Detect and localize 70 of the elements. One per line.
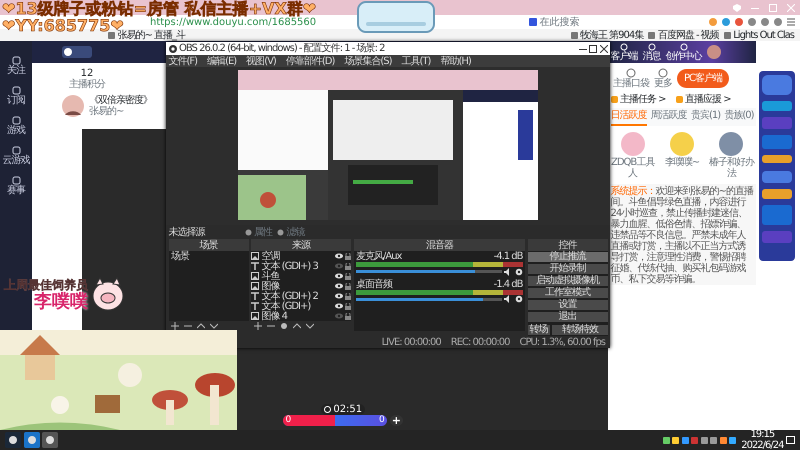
control-button[interactable]: 设置 [528, 300, 608, 310]
sidebar-item[interactable]: 云游戏 [2, 146, 30, 166]
sidebar-item[interactable]: 关注 [7, 56, 25, 76]
sidebar-item[interactable]: 游戏 [7, 116, 25, 136]
status-text: CPU: 1.3%, 60.00 fps [519, 336, 605, 348]
scene-item[interactable]: 场景 [171, 251, 246, 262]
menu-item[interactable]: 帮助(H) [440, 56, 471, 66]
channel-reading: -1.4 dB [494, 278, 522, 290]
source-item[interactable]: 文本 (GDI+) 3 [251, 261, 351, 271]
transition-button[interactable]: 转场 [528, 325, 550, 335]
source-item[interactable]: 文本 (GDI+) 2 [251, 291, 351, 301]
fan-name: ZDQB工具人 [610, 156, 656, 178]
source-item[interactable]: 文本 (GDI+) [251, 301, 351, 311]
clock-date: 2022/6/24 [741, 440, 784, 450]
stat-label: 主播积分 [69, 79, 105, 90]
control-button[interactable]: 退出 [528, 312, 608, 322]
panel-header: 混音器 [354, 239, 525, 251]
header-link[interactable]: 消息 [642, 42, 660, 62]
quick-link[interactable]: 主播口袋 [613, 68, 649, 89]
stat-value: 12 [80, 68, 94, 79]
header-link[interactable]: 创作中心 [666, 42, 702, 62]
source-item[interactable]: 图像 4 [251, 311, 351, 321]
pk-fill: 0 [283, 415, 336, 426]
search-field[interactable]: 在此搜索 [529, 16, 709, 28]
fan-name: 李噗噗~ [664, 156, 700, 168]
sidebar-item[interactable]: 订阅 [7, 86, 25, 106]
control-button[interactable]: 停止推流 [528, 252, 608, 262]
tab[interactable]: 贵族(0) [724, 108, 754, 126]
status-text: REC: 00:00:00 [450, 336, 510, 348]
menu-item[interactable]: 编辑(E) [207, 56, 236, 66]
quick-link[interactable]: 更多 [654, 68, 672, 89]
menu-item[interactable]: 工具(T) [402, 56, 430, 66]
address-field[interactable]: https://www.douyu.com/1685560 [150, 16, 316, 28]
channel-name: 桌面音频 [356, 278, 392, 290]
transition-button[interactable]: 转场特效 [552, 325, 608, 335]
no-source-label: 未选择源 [168, 226, 204, 238]
source-item[interactable]: 图像 [251, 281, 351, 291]
channel-reading: -4.1 dB [494, 251, 522, 262]
bookmark-link[interactable]: 百度网盘 - 视频 [648, 30, 719, 40]
panel-header: 来源 [251, 239, 351, 251]
task-link[interactable]: 直播应援 > [676, 94, 731, 105]
pk-count: 0 [379, 415, 386, 426]
sidebar-item[interactable]: 赛事 [7, 176, 25, 196]
menu-item[interactable]: 停靠部件(D) [286, 56, 334, 66]
tab[interactable]: 周活跃度 [650, 108, 687, 126]
system-notice: 系统提示：欢迎来到张易的~的直播间。斗鱼倡导绿色直播，内容进行24小时巡查，禁止传播封建迷信、暴力血腥、低俗色情、招嫖诈骗、违禁品等不良信息。严禁未成年人直播或打赏，主播以不正当方式诱导打赏，注意理性消费，警惕招聘征婚、代练代抽、购买礼包码游戏币、私下交易等诈骗。 [608, 184, 756, 285]
room-title: 《双倍亲密度》 [89, 95, 152, 106]
header-link[interactable]: 客户端 [610, 42, 638, 62]
menu-item[interactable]: 视图(V) [246, 56, 276, 66]
menu-item[interactable]: 场景集合(S) [344, 56, 392, 66]
tab[interactable]: 贵宾(1) [690, 108, 720, 126]
bookmark-link[interactable]: Lights Out Clas [724, 30, 794, 40]
streamer-name: 张易的~ [89, 106, 124, 117]
control-button[interactable]: 工作室模式 [528, 288, 608, 298]
overlay-text: ❤13级牌子或粉钻=房管 私信主播+VX群❤ [2, 0, 316, 17]
status-text: LIVE: 00:00:00 [382, 336, 441, 348]
fan-name: 椿子和好办法 [708, 156, 754, 178]
panel-header: 控件 [528, 239, 608, 251]
channel-name: 麦克风/Aux [356, 251, 402, 262]
clock-time: 19:15 [750, 429, 774, 440]
task-link[interactable]: 主播任务 > [610, 94, 666, 105]
timer-pill: 02:51 [320, 404, 366, 415]
control-button[interactable]: 启动虚拟摄像机 [528, 276, 608, 286]
bookmark-link[interactable]: 牧海王 第904集 [570, 30, 644, 40]
window-title: OBS 26.0.2 (64-bit, windows) - 配置文件: 1 - 场景: 2 [179, 43, 385, 54]
source-item[interactable]: 斗鱼 [251, 271, 351, 281]
source-item[interactable]: 空调 [251, 251, 351, 261]
menu-item[interactable]: 文件(F) [168, 56, 198, 66]
control-button[interactable]: 开始录制 [528, 264, 608, 274]
panel-header: 场景 [168, 239, 248, 251]
